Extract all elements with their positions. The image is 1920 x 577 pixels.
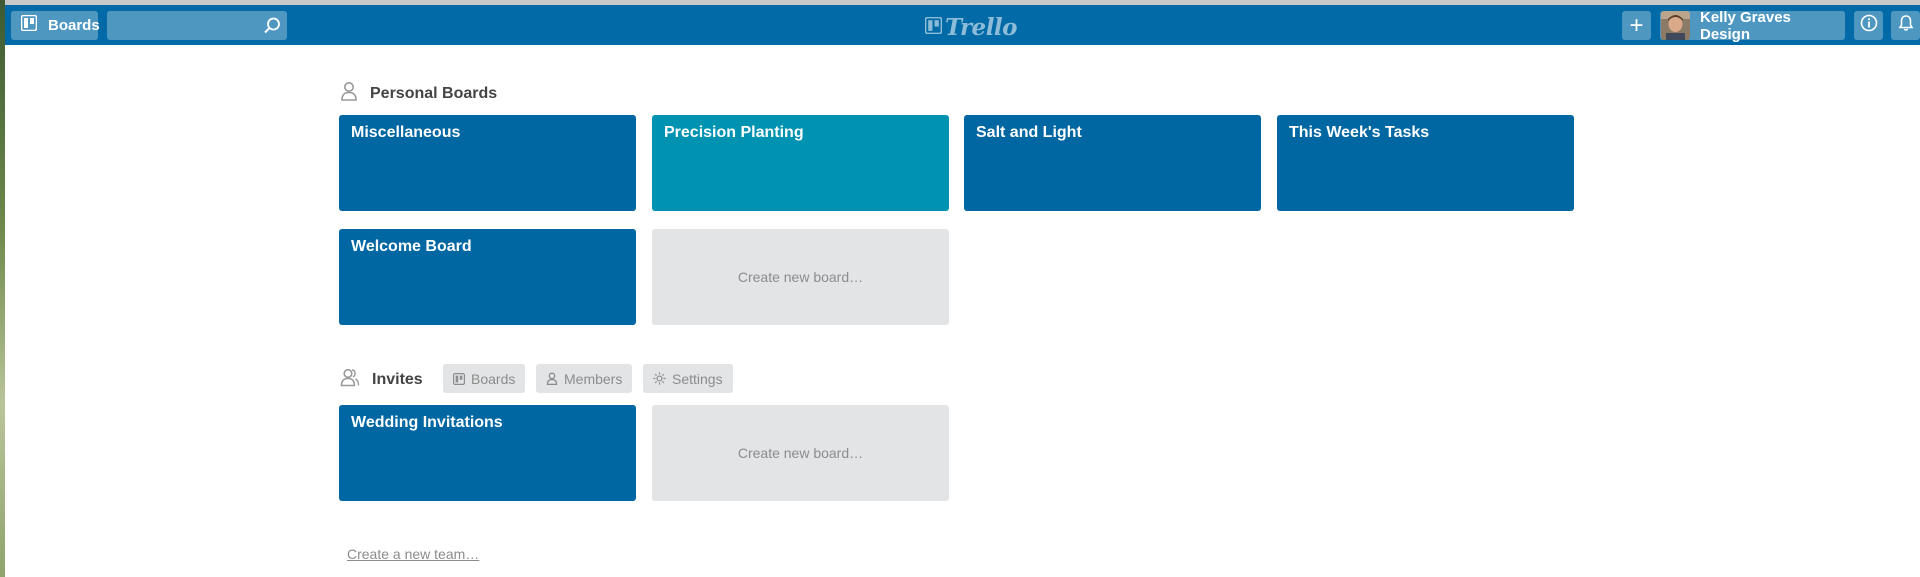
boards-button-label: Boards (48, 17, 100, 34)
personal-boards-title: Personal Boards (370, 84, 498, 102)
avatar (1661, 11, 1690, 40)
board-tile-title: Precision Planting (664, 124, 804, 141)
bell-icon (1897, 14, 1915, 37)
member-menu-button[interactable]: Kelly Graves Design (1660, 8, 1845, 43)
create-board-label: Create new board… (737, 445, 864, 461)
trello-logo-icon (924, 16, 943, 39)
board-tile-welcome-board[interactable]: Welcome Board (339, 229, 636, 325)
tab-team-boards[interactable]: Boards (443, 364, 526, 393)
info-icon (1860, 14, 1878, 37)
create-team-link[interactable]: Create a new team… (347, 546, 479, 562)
plus-icon: + (1629, 11, 1644, 39)
team-icon (340, 367, 360, 392)
info-button[interactable] (1854, 11, 1883, 40)
trello-logo-text: Trello (945, 14, 1018, 41)
board-tile-miscellaneous[interactable]: Miscellaneous (339, 115, 636, 211)
notifications-button[interactable] (1891, 11, 1920, 40)
create-board-label: Create new board… (737, 269, 864, 285)
team-header: Invites (340, 367, 423, 392)
header-bar: Boards Trello + Kelly Graves Design (5, 5, 1920, 45)
team-title: Invites (372, 370, 423, 388)
create-board-tile[interactable]: Create new board… (652, 405, 949, 501)
trello-logo[interactable]: Trello (924, 14, 1018, 41)
board-tile-title: Salt and Light (976, 124, 1082, 141)
tab-team-boards-label: Boards (471, 370, 516, 387)
member-name: Kelly Graves Design (1699, 8, 1791, 43)
board-tile-precision-planting[interactable]: Precision Planting (652, 115, 949, 211)
search-input[interactable] (107, 11, 287, 40)
gear-icon (653, 372, 666, 385)
board-tile-wedding-invitations[interactable]: Wedding Invitations (339, 405, 636, 501)
tab-team-settings[interactable]: Settings (643, 364, 733, 393)
board-tile-salt-and-light[interactable]: Salt and Light (964, 115, 1261, 211)
board-tile-title: Miscellaneous (351, 124, 461, 141)
board-tile-title: Wedding Invitations (351, 414, 503, 431)
person-icon (546, 372, 558, 385)
board-tile-title: Welcome Board (351, 238, 472, 255)
tab-team-settings-label: Settings (672, 370, 723, 387)
desktop-background-strip (0, 0, 5, 577)
tab-team-members[interactable]: Members (536, 364, 633, 393)
add-button[interactable]: + (1622, 11, 1651, 40)
boards-icon (453, 372, 465, 385)
boards-button[interactable]: Boards (11, 11, 100, 40)
search-icon[interactable] (262, 16, 282, 36)
board-tile-this-weeks-tasks[interactable]: This Week's Tasks (1277, 115, 1574, 211)
tab-team-members-label: Members (564, 370, 623, 387)
create-board-tile[interactable]: Create new board… (652, 229, 949, 325)
person-icon (340, 81, 358, 106)
boards-icon (20, 14, 38, 36)
personal-boards-header: Personal Boards (340, 81, 497, 106)
board-tile-title: This Week's Tasks (1289, 124, 1430, 141)
